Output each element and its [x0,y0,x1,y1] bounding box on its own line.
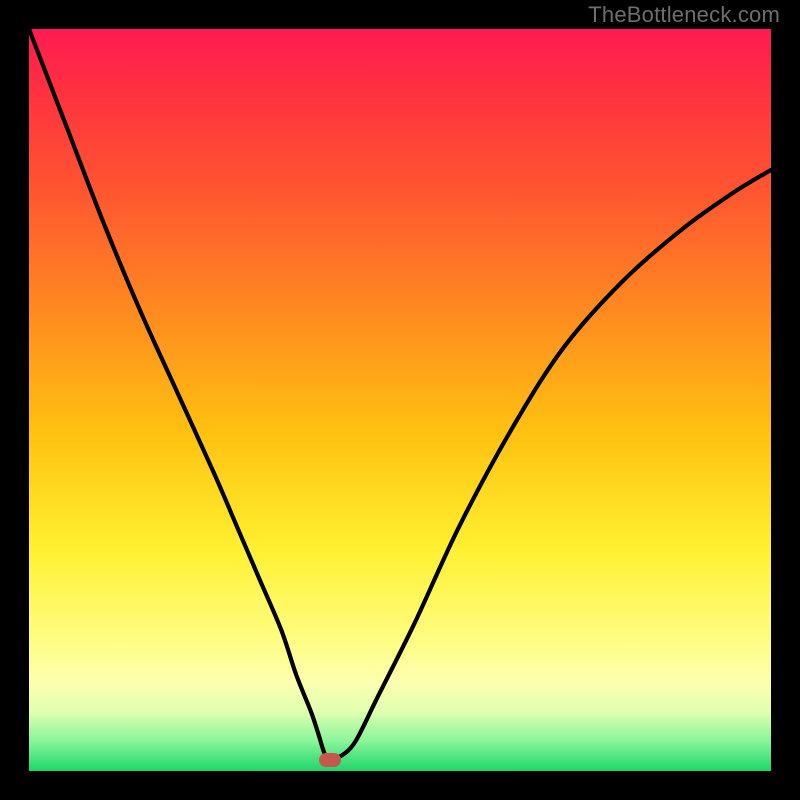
watermark-text: TheBottleneck.com [588,2,780,28]
bottleneck-curve [29,29,771,771]
plot-area [29,29,771,771]
chart-frame: TheBottleneck.com [0,0,800,800]
optimum-marker [319,753,341,767]
